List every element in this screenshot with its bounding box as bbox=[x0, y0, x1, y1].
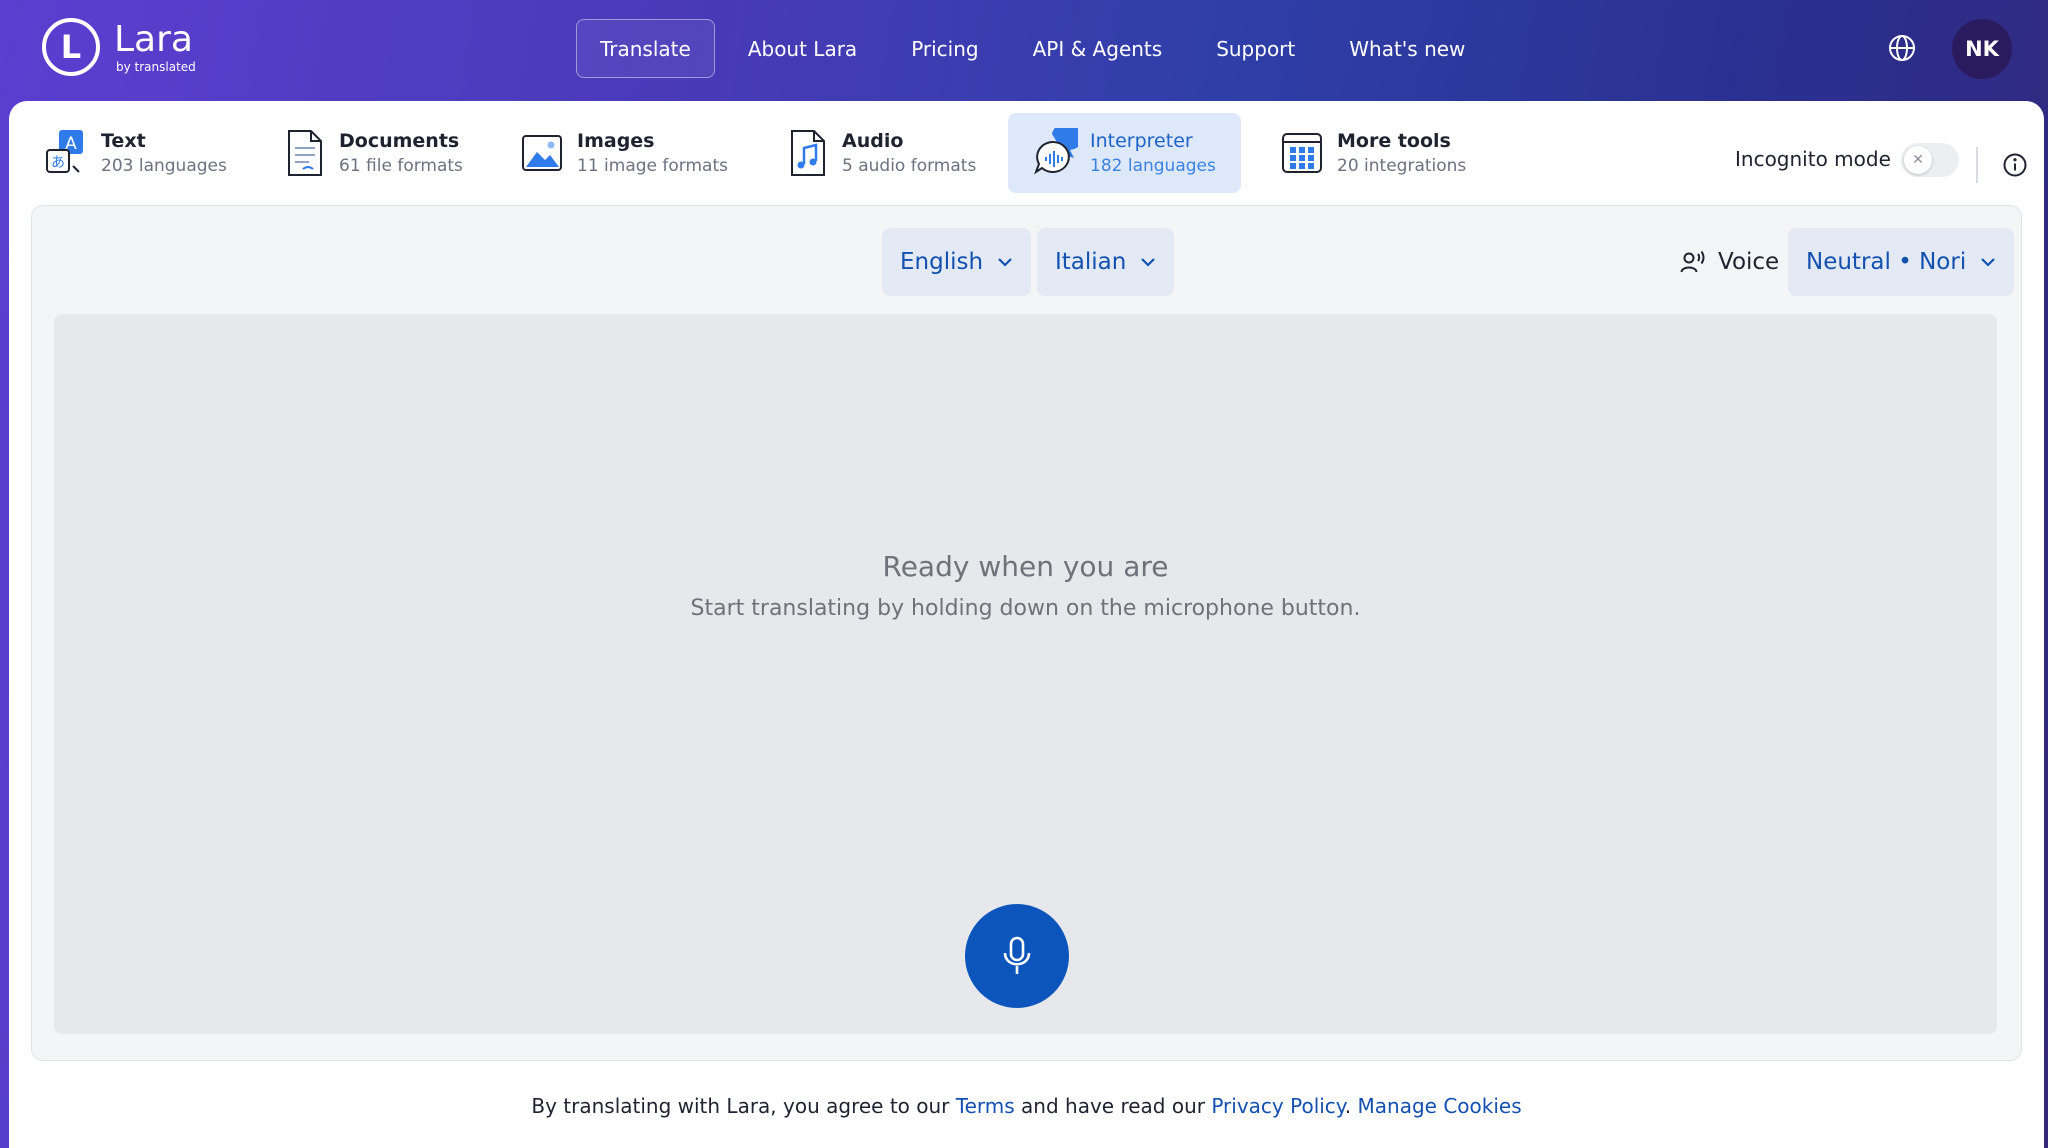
interpreter-panel: English Italian Voice Neutral • Nori Rea… bbox=[31, 205, 2022, 1061]
svg-text:あ: あ bbox=[51, 155, 65, 171]
tab-images[interactable]: Images 11 image formats bbox=[495, 113, 740, 193]
footer-text: . bbox=[1344, 1094, 1358, 1118]
user-avatar[interactable]: NK bbox=[1952, 19, 2012, 79]
tab-documents-subtitle: 61 file formats bbox=[339, 156, 463, 176]
tab-audio-title: Audio bbox=[842, 130, 904, 152]
target-language-select[interactable]: Italian bbox=[1037, 228, 1175, 296]
speaking-person-icon bbox=[1680, 250, 1705, 273]
tab-interpreter-title: Interpreter bbox=[1090, 130, 1193, 152]
nav-support[interactable]: Support bbox=[1189, 19, 1322, 78]
audio-file-icon bbox=[791, 130, 825, 176]
tab-more-tools-subtitle: 20 integrations bbox=[1337, 156, 1467, 176]
chevron-down-icon bbox=[1141, 258, 1156, 267]
source-language-select[interactable]: English bbox=[882, 228, 1032, 296]
voice-select[interactable]: Neutral • Nori bbox=[1788, 228, 2015, 296]
logo-tagline: by translated bbox=[116, 59, 196, 74]
tab-documents[interactable]: Documents 61 file formats bbox=[257, 113, 475, 193]
microphone-button[interactable] bbox=[965, 904, 1069, 1008]
tab-images-title: Images bbox=[577, 130, 655, 152]
nav-translate[interactable]: Translate bbox=[576, 19, 715, 78]
nav-about-lara[interactable]: About Lara bbox=[721, 19, 884, 78]
footer-text: By translating with Lara, you agree to o… bbox=[531, 1094, 956, 1118]
image-icon bbox=[522, 135, 562, 171]
globe-icon[interactable] bbox=[1887, 33, 1917, 63]
privacy-policy-link[interactable]: Privacy Policy bbox=[1211, 1094, 1344, 1118]
text-translate-icon: A あ bbox=[46, 130, 83, 173]
legal-footer: By translating with Lara, you agree to o… bbox=[9, 1094, 2044, 1118]
ready-title: Ready when you are bbox=[882, 550, 1169, 583]
lara-logo[interactable]: L Lara by translated bbox=[42, 18, 196, 76]
info-icon[interactable] bbox=[2002, 152, 2028, 178]
voice-value: Neutral • Nori bbox=[1806, 249, 1967, 275]
tab-more-tools-title: More tools bbox=[1337, 130, 1451, 152]
main-nav: Translate About Lara Pricing API & Agent… bbox=[576, 19, 1492, 78]
voice-label: Voice bbox=[1718, 249, 1780, 275]
document-icon bbox=[288, 130, 322, 176]
tab-documents-title: Documents bbox=[339, 130, 460, 152]
interpreter-icon bbox=[1033, 128, 1078, 175]
tab-images-subtitle: 11 image formats bbox=[577, 156, 728, 176]
nav-whats-new[interactable]: What's new bbox=[1322, 19, 1492, 78]
divider bbox=[1976, 147, 1978, 183]
grid-apps-icon bbox=[1282, 133, 1322, 173]
logo-name: Lara bbox=[114, 18, 193, 60]
top-bar: L Lara by translated Translate About Lar… bbox=[0, 0, 2048, 101]
ready-subtitle: Start translating by holding down on the… bbox=[690, 596, 1361, 621]
main-card: A あ Text 203 languages Documents 61 file… bbox=[9, 101, 2044, 1148]
tab-text[interactable]: A あ Text 203 languages bbox=[19, 113, 239, 193]
chevron-down-icon bbox=[1981, 258, 1995, 267]
tab-text-title: Text bbox=[101, 130, 146, 152]
manage-cookies-link[interactable]: Manage Cookies bbox=[1358, 1094, 1522, 1118]
tab-audio[interactable]: Audio 5 audio formats bbox=[760, 113, 988, 193]
source-language-label: English bbox=[900, 249, 984, 275]
close-icon: ✕ bbox=[1904, 146, 1932, 174]
microphone-icon bbox=[1003, 936, 1031, 974]
voice-label-group: Voice bbox=[1680, 228, 1779, 296]
nav-api-agents[interactable]: API & Agents bbox=[1006, 19, 1190, 78]
tab-audio-subtitle: 5 audio formats bbox=[842, 156, 977, 176]
tab-interpreter-subtitle: 182 languages bbox=[1090, 156, 1216, 176]
terms-link[interactable]: Terms bbox=[956, 1094, 1015, 1118]
tool-tabs: A あ Text 203 languages Documents 61 file… bbox=[9, 113, 2044, 195]
target-language-label: Italian bbox=[1055, 249, 1127, 275]
nav-pricing[interactable]: Pricing bbox=[884, 19, 1005, 78]
interpreter-stage: Ready when you are Start translating by … bbox=[54, 314, 1997, 1034]
tab-more-tools[interactable]: More tools 20 integrations bbox=[1255, 113, 1478, 193]
tab-text-subtitle: 203 languages bbox=[101, 156, 227, 176]
chevron-down-icon bbox=[998, 258, 1012, 267]
tab-interpreter[interactable]: Interpreter 182 languages bbox=[1008, 113, 1241, 193]
incognito-label: Incognito mode bbox=[1735, 147, 1891, 171]
incognito-toggle[interactable]: ✕ bbox=[1901, 143, 1959, 177]
footer-text: and have read our bbox=[1014, 1094, 1212, 1118]
logo-mark: L bbox=[42, 18, 100, 76]
